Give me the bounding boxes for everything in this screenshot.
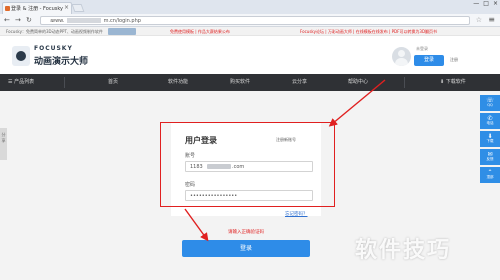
- watermark: 软件技巧: [355, 238, 452, 263]
- site-logo[interactable]: FOCUSKY 动画演示大师: [12, 40, 92, 70]
- nav-products[interactable]: ☰ 产品列表: [8, 74, 34, 91]
- forward-icon[interactable]: →: [15, 16, 21, 24]
- nav-help[interactable]: 帮助中心: [348, 74, 368, 91]
- rail-download[interactable]: ⬇ 下载: [480, 131, 500, 147]
- blurred-link: [108, 28, 136, 35]
- share-side-tab[interactable]: 分享: [0, 128, 7, 160]
- rail-feedback[interactable]: ✉ 反馈: [480, 149, 500, 165]
- tab-title: 登录 & 注册 - Focusky: [11, 6, 64, 12]
- annotation-highlight-box: [160, 122, 335, 207]
- page-icon: ▫: [50, 18, 54, 24]
- new-tab-button[interactable]: [71, 4, 85, 12]
- url-input[interactable]: ▫ www. m.cn/login.php: [40, 16, 470, 25]
- url-blur: [67, 18, 101, 23]
- browser-tabbar: 登录 & 注册 - Focusky × — □ ×: [0, 0, 500, 14]
- rail-label: QQ: [487, 103, 493, 107]
- rail-qq[interactable]: ☏ QQ: [480, 95, 500, 111]
- rail-phone[interactable]: ✆ 电话: [480, 113, 500, 129]
- promo-link[interactable]: 免费使用模板 | 作品大赛结果公布: [170, 29, 230, 35]
- rail-top[interactable]: ⌃ 顶部: [480, 167, 500, 183]
- logo-english: FOCUSKY: [34, 45, 73, 52]
- browser-tab[interactable]: 登录 & 注册 - Focusky ×: [2, 2, 72, 14]
- close-tab-icon[interactable]: ×: [64, 4, 69, 11]
- minimize-icon[interactable]: —: [473, 0, 479, 7]
- nav-features[interactable]: 软件功能: [168, 74, 188, 91]
- top-links[interactable]: Focusky论坛 | 万彩动画大师 | 在线模板在线发布 | PDF可以转换为…: [300, 29, 437, 35]
- rail-label: 电话: [486, 121, 494, 125]
- window-controls: — □ ×: [473, 0, 498, 7]
- main-nav: ☰ 产品列表 首页 软件功能 购买软件 云分享 帮助中心 ⬇ 下载软件: [0, 74, 500, 91]
- nav-cloud-share[interactable]: 云分享: [292, 74, 307, 91]
- browser-menu-icon[interactable]: ≡: [488, 15, 495, 24]
- logo-chinese: 动画演示大师: [34, 57, 89, 67]
- site-info-bar: Focusky：免费简单的3D动态PPT、动画视频制作软件 免费使用模板 | 作…: [0, 27, 500, 36]
- logo-icon: [12, 46, 30, 66]
- site-intro-text: Focusky：免费简单的3D动态PPT、动画视频制作软件: [6, 29, 103, 34]
- bookmark-star-icon[interactable]: ☆: [476, 16, 482, 24]
- address-bar: ← → ↻ ▫ www. m.cn/login.php ☆ ≡: [0, 14, 500, 27]
- captcha-error-message: 请输入正确验证码: [228, 230, 264, 235]
- nav-home[interactable]: 首页: [108, 74, 118, 91]
- rail-label: 顶部: [486, 175, 494, 179]
- login-status: 未登录: [416, 46, 428, 51]
- nav-download[interactable]: ⬇ 下载软件: [440, 74, 466, 91]
- reload-icon[interactable]: ↻: [26, 16, 32, 24]
- nav-divider: [404, 77, 405, 88]
- rail-label: 反馈: [486, 157, 494, 161]
- close-window-icon[interactable]: ×: [493, 0, 498, 7]
- url-path: m.cn/login.php: [103, 18, 141, 24]
- nav-divider: [64, 77, 65, 88]
- rail-label: 下载: [486, 139, 494, 143]
- right-float-rail: ☏ QQ ✆ 电话 ⬇ 下载 ✉ 反馈 ⌃ 顶部: [480, 95, 500, 183]
- avatar: [392, 47, 411, 66]
- maximize-icon[interactable]: □: [483, 0, 489, 7]
- header-login-button[interactable]: 登录: [414, 55, 444, 66]
- forgot-password-link[interactable]: 忘记密码？: [285, 211, 308, 217]
- header-register-link[interactable]: 注册: [450, 57, 458, 63]
- submit-login-button[interactable]: 登录: [182, 240, 310, 257]
- favicon-icon: [5, 6, 10, 11]
- back-icon[interactable]: ←: [4, 16, 10, 24]
- nav-buy[interactable]: 购买软件: [230, 74, 250, 91]
